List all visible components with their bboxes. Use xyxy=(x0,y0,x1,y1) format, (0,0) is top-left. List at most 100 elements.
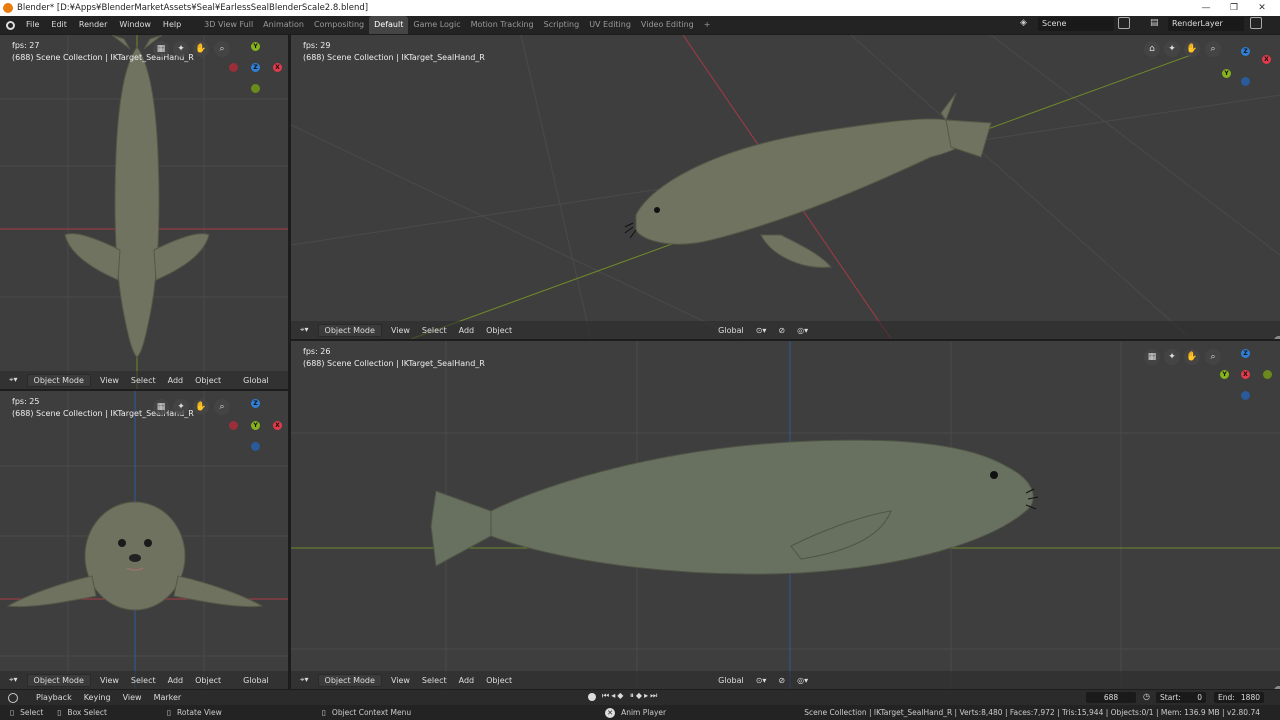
object-menu[interactable]: Object xyxy=(192,675,224,686)
menu-help[interactable]: Help xyxy=(157,16,187,34)
start-frame-field[interactable]: Start: 0 xyxy=(1156,692,1206,703)
end-frame-field[interactable]: End: 1880 xyxy=(1214,692,1264,703)
marker-menu[interactable]: Marker xyxy=(148,689,188,707)
render-layer-field[interactable]: RenderLayer xyxy=(1168,17,1244,31)
gizmo-y-axis[interactable]: Y xyxy=(251,421,260,430)
object-menu[interactable]: Object xyxy=(483,675,515,686)
proportional-edit-icon[interactable]: ◎▾ xyxy=(794,325,811,336)
add-menu[interactable]: Add xyxy=(165,375,187,386)
toggle-camera-icon[interactable]: ▦ xyxy=(153,41,169,57)
gizmo-z-axis[interactable]: Z xyxy=(1241,47,1250,56)
minimize-button[interactable]: — xyxy=(1192,0,1220,16)
new-render-layer-icon[interactable] xyxy=(1250,17,1262,29)
orientation-dropdown[interactable]: Global xyxy=(715,325,747,336)
gizmo-x-axis[interactable]: X xyxy=(1241,370,1250,379)
menu-render[interactable]: Render xyxy=(73,16,113,34)
zoom-icon[interactable]: ⌕ xyxy=(214,399,230,415)
gizmo-neg-z[interactable] xyxy=(1241,77,1250,86)
editor-type-icon[interactable]: ⌖▾ xyxy=(6,374,21,386)
close-button[interactable]: ✕ xyxy=(1248,0,1276,16)
keying-menu[interactable]: Keying xyxy=(78,689,117,707)
playback-menu[interactable]: Playback xyxy=(30,689,78,707)
menu-file[interactable]: File xyxy=(20,16,45,34)
toggle-camera-icon[interactable]: ▦ xyxy=(1144,349,1160,365)
tab-uv-editing[interactable]: UV Editing xyxy=(584,16,636,34)
jump-end-icon[interactable]: ⏭ xyxy=(650,691,659,700)
object-mode-dropdown[interactable]: Object Mode xyxy=(26,673,91,687)
rendered-shading-icon[interactable] xyxy=(1274,336,1280,339)
jump-keyframe-forward-icon[interactable]: ◆▸ xyxy=(636,691,650,700)
add-menu[interactable]: Add xyxy=(165,675,187,686)
tab-motion-tracking[interactable]: Motion Tracking xyxy=(466,16,539,34)
tab-default[interactable]: Default xyxy=(369,16,409,34)
current-frame-field[interactable]: 688 xyxy=(1086,692,1136,703)
pivot-point-icon[interactable]: ⊙▾ xyxy=(753,675,770,686)
tab-game-logic[interactable]: Game Logic xyxy=(408,16,465,34)
camera-view-icon[interactable]: ✦ xyxy=(173,41,189,57)
orientation-dropdown[interactable]: Global xyxy=(715,675,747,686)
select-menu[interactable]: Select xyxy=(419,325,450,336)
jump-keyframe-back-icon[interactable]: ◂◆ xyxy=(611,691,625,700)
cancel-anim-icon[interactable]: ✕ xyxy=(605,707,616,718)
maximize-button[interactable]: ❐ xyxy=(1220,0,1248,16)
tab-animation[interactable]: Animation xyxy=(258,16,309,34)
pivot-point-icon[interactable]: ⊙▾ xyxy=(753,325,770,336)
viewport-bottom-left[interactable]: fps: 25 (688) Scene Collection | IKTarge… xyxy=(0,391,288,689)
camera-view-icon[interactable]: ✦ xyxy=(173,399,189,415)
select-menu[interactable]: Select xyxy=(128,675,159,686)
zoom-icon[interactable]: ⌕ xyxy=(1205,41,1221,57)
editor-type-icon[interactable]: ⌖▾ xyxy=(6,674,21,686)
editor-type-icon[interactable]: ⌖▾ xyxy=(297,674,312,686)
zoom-icon[interactable]: ⌕ xyxy=(1205,349,1221,365)
gizmo-y-axis[interactable]: Y xyxy=(1222,69,1231,78)
select-menu[interactable]: Select xyxy=(419,675,450,686)
gizmo-neg-y[interactable] xyxy=(1263,370,1272,379)
perspective-icon[interactable]: ⌂ xyxy=(1144,41,1160,57)
orientation-dropdown[interactable]: Global xyxy=(240,375,272,386)
editor-type-icon[interactable]: ⌖▾ xyxy=(297,324,312,336)
gizmo-y-axis[interactable]: Y xyxy=(251,42,260,51)
view-menu[interactable]: View xyxy=(388,675,413,686)
snap-icon[interactable]: ⊘ xyxy=(775,325,788,336)
proportional-edit-icon[interactable]: ◎▾ xyxy=(794,675,811,686)
clock-icon[interactable]: ◷ xyxy=(1143,692,1150,701)
pan-hand-icon[interactable]: ✋ xyxy=(193,41,209,57)
gizmo-x-axis[interactable]: X xyxy=(273,63,282,72)
object-mode-dropdown[interactable]: Object Mode xyxy=(317,673,382,687)
select-menu[interactable]: Select xyxy=(128,375,159,386)
orientation-dropdown[interactable]: Global xyxy=(240,675,272,686)
record-icon[interactable] xyxy=(588,693,596,701)
view-menu[interactable]: View xyxy=(388,325,413,336)
rendered-shading-icon[interactable] xyxy=(1274,686,1280,689)
gizmo-neg-z[interactable] xyxy=(1241,391,1250,400)
gizmo-neg-x[interactable] xyxy=(229,63,238,72)
object-menu[interactable]: Object xyxy=(192,375,224,386)
gizmo-x-axis[interactable]: X xyxy=(273,421,282,430)
gizmo-y-axis[interactable]: Y xyxy=(1220,370,1229,379)
pan-hand-icon[interactable]: ✋ xyxy=(1184,349,1200,365)
pan-hand-icon[interactable]: ✋ xyxy=(193,399,209,415)
viewport-top-right[interactable]: fps: 29 (688) Scene Collection | IKTarge… xyxy=(291,35,1280,339)
camera-view-icon[interactable]: ✦ xyxy=(1164,41,1180,57)
gizmo-neg-z[interactable] xyxy=(251,442,260,451)
zoom-icon[interactable]: ⌕ xyxy=(214,41,230,57)
toggle-camera-icon[interactable]: ▦ xyxy=(153,399,169,415)
menu-edit[interactable]: Edit xyxy=(45,16,73,34)
add-menu[interactable]: Add xyxy=(456,325,478,336)
gizmo-z-axis[interactable]: Z xyxy=(1241,349,1250,358)
pan-hand-icon[interactable]: ✋ xyxy=(1184,41,1200,57)
blender-menu-icon[interactable] xyxy=(0,16,20,34)
add-workspace-button[interactable]: + xyxy=(699,16,716,34)
tab-compositing[interactable]: Compositing xyxy=(309,16,369,34)
timeline-view-menu[interactable]: View xyxy=(117,689,148,707)
gizmo-x-axis[interactable]: X xyxy=(1262,55,1271,64)
tab-video-editing[interactable]: Video Editing xyxy=(636,16,699,34)
object-mode-dropdown[interactable]: Object Mode xyxy=(26,373,91,387)
timeline-editor-icon[interactable] xyxy=(8,692,18,703)
add-menu[interactable]: Add xyxy=(456,675,478,686)
object-menu[interactable]: Object xyxy=(483,325,515,336)
view-menu[interactable]: View xyxy=(97,375,122,386)
object-mode-dropdown[interactable]: Object Mode xyxy=(317,323,382,337)
gizmo-z-axis[interactable]: Z xyxy=(251,399,260,408)
new-scene-icon[interactable] xyxy=(1118,17,1130,29)
